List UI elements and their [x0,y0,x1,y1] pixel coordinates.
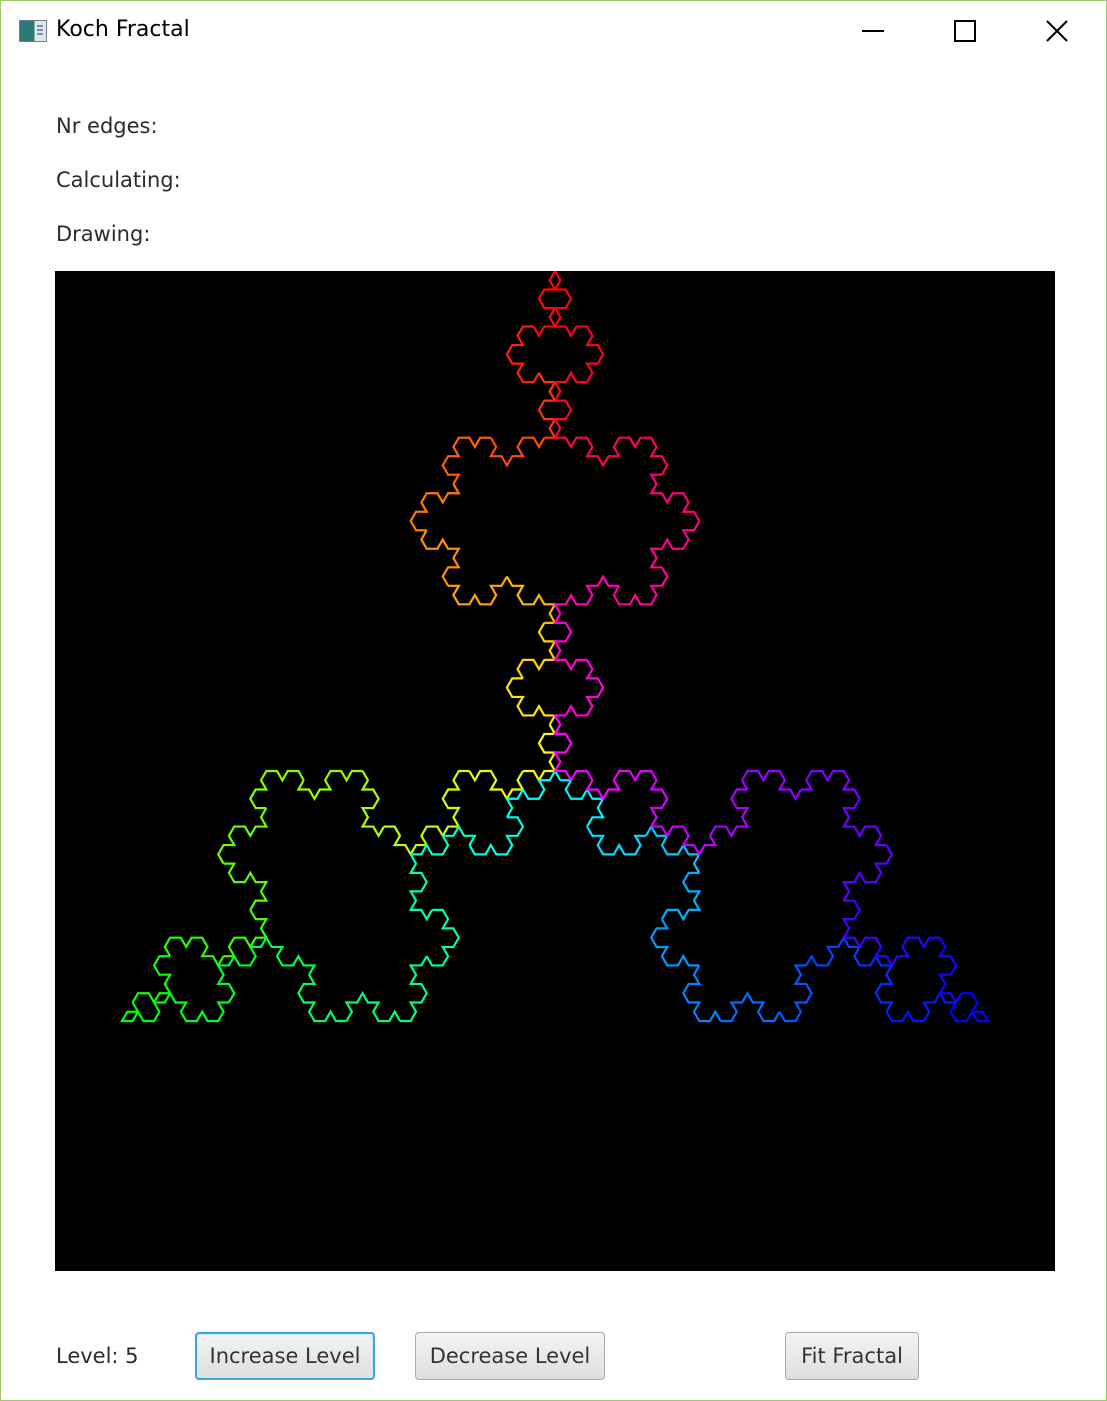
fractal-segment [740,769,802,801]
fractal-segment [505,575,557,624]
fractal-segment [223,909,269,958]
maximize-icon [954,20,976,42]
title-bar[interactable]: Koch Fractal [1,1,1106,61]
fractal-segment [612,566,669,606]
decrease-level-button[interactable]: Decrease Level [415,1332,605,1380]
fractal-segment [250,935,317,976]
fractal-segment [682,964,722,1023]
fractal-segment [410,824,477,856]
fractal-segment [169,992,229,1023]
level-label: Level: 5 [56,1344,139,1368]
koch-snowflake [120,271,990,1023]
fractal-segment [553,613,588,672]
fractal-segment [120,992,172,1023]
fractal-segment [841,844,894,902]
fractal-segment [649,520,701,569]
fractal-segment [841,798,887,847]
fractal-segment [532,271,557,339]
calculating-label: Calculating: [56,168,181,192]
fractal-segment [560,779,606,828]
fractal-segment [505,677,557,726]
maximize-button[interactable] [919,1,1011,61]
fractal-segment [570,769,630,801]
fractal-canvas[interactable] [55,271,1055,1271]
fractal-segment [651,825,718,857]
window-title: Koch Fractal [56,17,190,42]
fractal-segment [873,936,940,968]
fractal-segment [488,436,546,468]
fractal-segment [628,769,669,828]
fractal-segment [660,871,702,922]
fractal-segment [553,370,588,429]
fit-fractal-button[interactable]: Fit Fractal [785,1332,919,1380]
fractal-segment [949,992,990,1023]
fractal-segment [223,862,269,911]
fractal-segment [360,770,385,839]
fractal-segment [216,807,269,865]
fractal-segment [649,918,700,967]
fractal-segment [505,325,540,384]
fractal-segment [885,991,956,1023]
fractal-segment [553,271,573,328]
fractal-segment [516,622,557,679]
nr-edges-label: Nr edges: [56,114,158,138]
fractal-segment [805,935,862,967]
fractal-segment [649,473,701,522]
minimize-button[interactable] [827,1,919,61]
fractal-segment [344,991,401,1023]
fractal-segment [409,483,461,532]
fractal-segment [800,769,861,800]
fractal-segment [612,436,669,476]
fractal-segment [720,991,781,1023]
fractal-segment [448,576,508,606]
fractal-segment [399,955,428,1023]
minimize-icon [862,30,884,32]
fractal-segment [586,826,646,856]
close-icon [1046,20,1068,42]
fractal-segment [553,574,620,615]
fractal-segment [425,908,461,967]
fractal-segment [537,372,557,439]
fractal-segment [163,936,225,968]
close-button[interactable] [1011,1,1103,61]
fractal-segment [778,964,813,1023]
fractal-segment [296,769,363,801]
fractal-segment [841,899,883,950]
fractal-segment [468,769,525,801]
fractal-segment [420,529,461,587]
fractal-segment [408,853,434,922]
app-window: Koch Fractal Nr edges: Calculating: Draw… [0,0,1107,1401]
fractal-segment [131,955,173,1005]
fractal-segment [249,769,305,810]
fractal-segment [297,974,347,1023]
fractal-segment [504,768,562,818]
fractal-edges [120,271,990,1023]
fractal-segment [553,427,620,468]
app-icon [19,20,47,42]
fractal-segment [859,953,894,1013]
drawing-label: Drawing: [56,222,151,246]
fractal-segment [709,788,750,839]
fractal-segment [441,769,470,837]
fractal-segment [644,824,702,874]
fractal-segment [522,724,557,783]
increase-level-button[interactable]: Increase Level [195,1332,375,1380]
fractal-segment [553,714,573,781]
fractal-segment [441,436,491,485]
fractal-segment [468,816,525,856]
fractal-segment [937,937,963,1005]
fractal-segment [383,825,444,857]
